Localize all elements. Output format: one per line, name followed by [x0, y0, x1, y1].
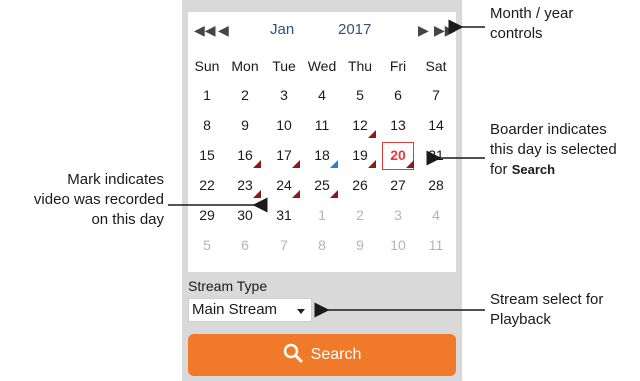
annotation-arrows	[168, 19, 485, 318]
